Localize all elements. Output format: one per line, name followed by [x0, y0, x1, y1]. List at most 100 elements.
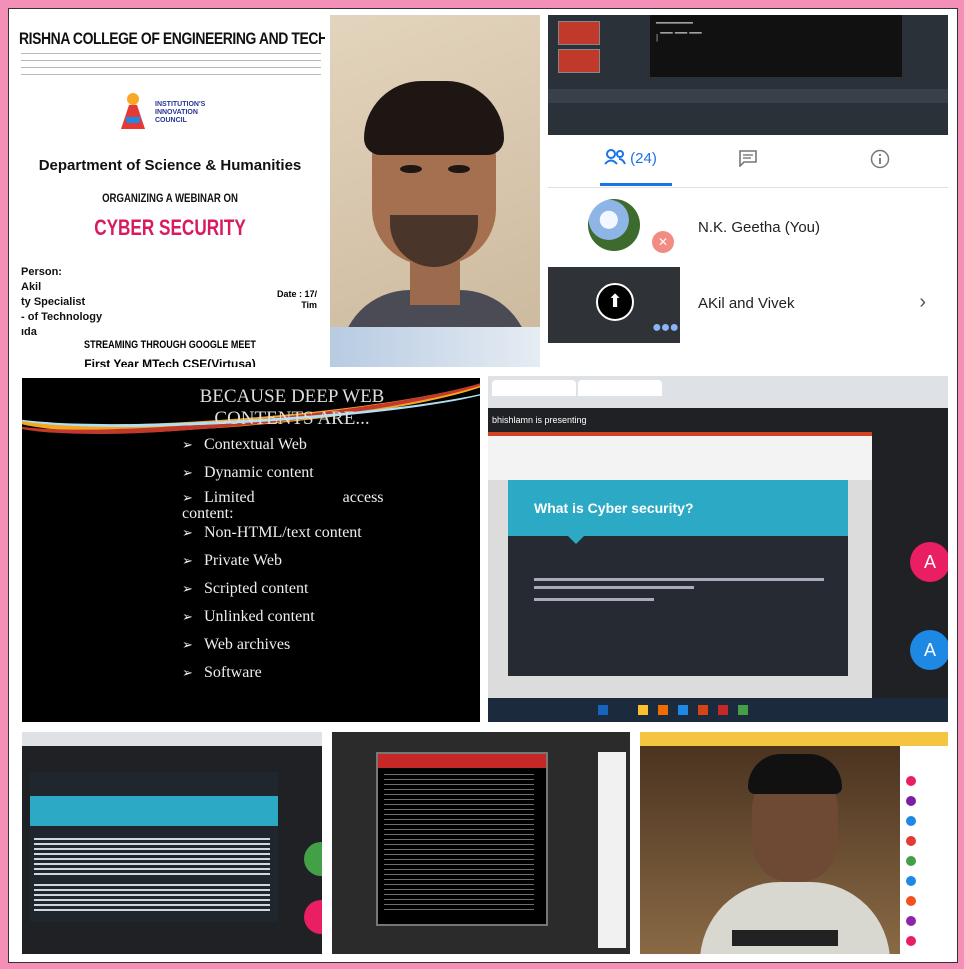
profile-photo	[588, 199, 640, 251]
date-line: Date : 17/	[277, 289, 318, 299]
participant-dot	[906, 816, 916, 826]
bullet-item: Scripted content	[182, 578, 384, 606]
taskbar-icon[interactable]	[678, 705, 688, 715]
slide-thumbnail	[558, 21, 600, 45]
bullet-text: content:	[182, 505, 234, 522]
iic-text: INSTITUTION'S INNOVATION COUNCIL	[155, 101, 255, 125]
video-foreground	[330, 327, 540, 367]
browser-tab[interactable]	[578, 380, 662, 396]
people-icon	[604, 149, 626, 165]
slide-text-line	[534, 578, 824, 581]
slide-title-line: CONTENTS ARE...	[214, 408, 370, 429]
terminal-output	[384, 774, 534, 914]
bullet-item: Dynamic content	[182, 462, 384, 490]
panel-tabs: (24)	[548, 135, 948, 188]
participant-dot	[906, 776, 916, 786]
deep-web-slide: BECAUSE DEEP WEB CONTENTS ARE... Context…	[22, 378, 480, 722]
webinar-poster: RISHNA COLLEGE OF ENGINEERING AND TECHNO…	[15, 15, 325, 367]
slide-heading: What is Cyber security?	[534, 500, 694, 516]
active-tab-indicator	[600, 183, 672, 186]
taskbar-icon[interactable]	[698, 705, 708, 715]
taskbar-icon[interactable]	[718, 705, 728, 715]
ppt-ribbon	[488, 432, 872, 480]
iic-line: COUNCIL	[155, 117, 187, 124]
terminal-window	[376, 752, 548, 926]
speaker-eye	[448, 165, 470, 173]
bullet-item: Limited access content:	[182, 490, 384, 522]
bullet-text: Limited	[204, 489, 255, 506]
taskbar-icon[interactable]	[658, 705, 668, 715]
tab-people[interactable]: (24)	[604, 149, 657, 167]
participant-bubble: A	[910, 630, 948, 670]
participant-dot	[906, 936, 916, 946]
taskbar-icon[interactable]	[638, 705, 648, 715]
presentation-screenshot: bhishlamn is presenting What is Cyber se…	[488, 376, 948, 722]
present-icon: ⬆	[596, 283, 634, 321]
participant-dot	[906, 916, 916, 926]
participant-list	[900, 746, 948, 954]
slide-title-line: BECAUSE DEEP WEB	[199, 386, 385, 407]
participant-bubble: A	[910, 542, 948, 582]
slide-notch	[568, 536, 584, 544]
participant-row[interactable]: ⬆ ●●● AKil and Vivek ›	[548, 267, 948, 343]
terminal-titlebar	[378, 754, 546, 768]
bullet-item: Software	[182, 662, 384, 690]
participant-dot	[906, 876, 916, 886]
slide-thumbnail	[558, 49, 600, 73]
speaker-video	[330, 15, 540, 367]
participant-avatar: ✕	[548, 191, 680, 267]
participant-row[interactable]: ✕ N.K. Geetha (You)	[548, 191, 948, 267]
participant-dot	[906, 856, 916, 866]
participant-dot	[906, 796, 916, 806]
time-line: Tim	[301, 300, 318, 310]
more-icon: ●●●	[652, 319, 679, 336]
tab-info[interactable]	[870, 149, 890, 173]
chevron-right-icon[interactable]: ›	[919, 291, 926, 314]
slide-text-block	[34, 884, 270, 914]
bullet-item: Unlinked content	[182, 606, 384, 634]
resource-line: ıda	[21, 326, 37, 338]
terminal-screenshot	[332, 732, 630, 954]
webinar-topic: CYBER SECURITY	[94, 215, 246, 240]
college-name: RISHNA COLLEGE OF ENGINEERING AND TECHNO	[19, 29, 325, 48]
info-icon	[870, 149, 890, 169]
speaker-eye	[400, 165, 422, 173]
slide-preview	[30, 772, 278, 922]
taskbar-icon[interactable]	[738, 705, 748, 715]
participant-name: N.K. Geetha (You)	[698, 219, 821, 236]
people-count: (24)	[630, 150, 657, 167]
bullet-text: access	[342, 489, 384, 506]
mic-off-icon: ✕	[652, 231, 674, 253]
tab-chat[interactable]	[738, 149, 758, 171]
slide-text-line	[534, 586, 694, 589]
taskbar-icon[interactable]	[598, 705, 608, 715]
slide-text-block	[34, 838, 270, 878]
bullet-item: Non-HTML/text content	[182, 522, 384, 550]
cyber-slide: What is Cyber security?	[508, 480, 848, 676]
slide-text-line	[534, 598, 654, 601]
bullet-item: Contextual Web	[182, 434, 384, 462]
poster-fine-print	[21, 53, 321, 81]
caption-box	[732, 930, 838, 946]
attendee-hair	[748, 754, 842, 794]
iic-line: INSTITUTION'S	[155, 101, 206, 108]
resource-line: Person:	[21, 266, 62, 278]
department-title: Department of Science & Humanities	[38, 157, 302, 174]
browser-tab[interactable]	[492, 380, 576, 396]
participant-name: AKil and Vivek	[698, 295, 795, 312]
participant-bubble	[304, 842, 322, 876]
shared-slide-screenshot	[22, 732, 322, 954]
bullet-item: Web archives	[182, 634, 384, 662]
windows-taskbar	[488, 698, 948, 722]
iic-logo	[121, 93, 145, 129]
iic-line: INNOVATION	[155, 109, 198, 116]
chat-icon	[739, 150, 757, 168]
resource-line: ty Specialist	[21, 296, 86, 308]
slide-bullet-list: Contextual Web Dynamic content Limited ac…	[182, 434, 384, 690]
resource-person: Person: Akil ty Specialist - of Technolo…	[21, 265, 102, 340]
slide-title: BECAUSE DEEP WEB CONTENTS ARE...	[172, 386, 412, 430]
meet-tiles-rail: A A	[872, 408, 948, 698]
shared-screen-preview: ▔▔▔▔▔▔ | ▔▔ ▔▔ ▔▔	[548, 15, 948, 135]
participant-avatar: ⬆ ●●●	[548, 267, 680, 343]
bullet-item: Private Web	[182, 550, 384, 578]
